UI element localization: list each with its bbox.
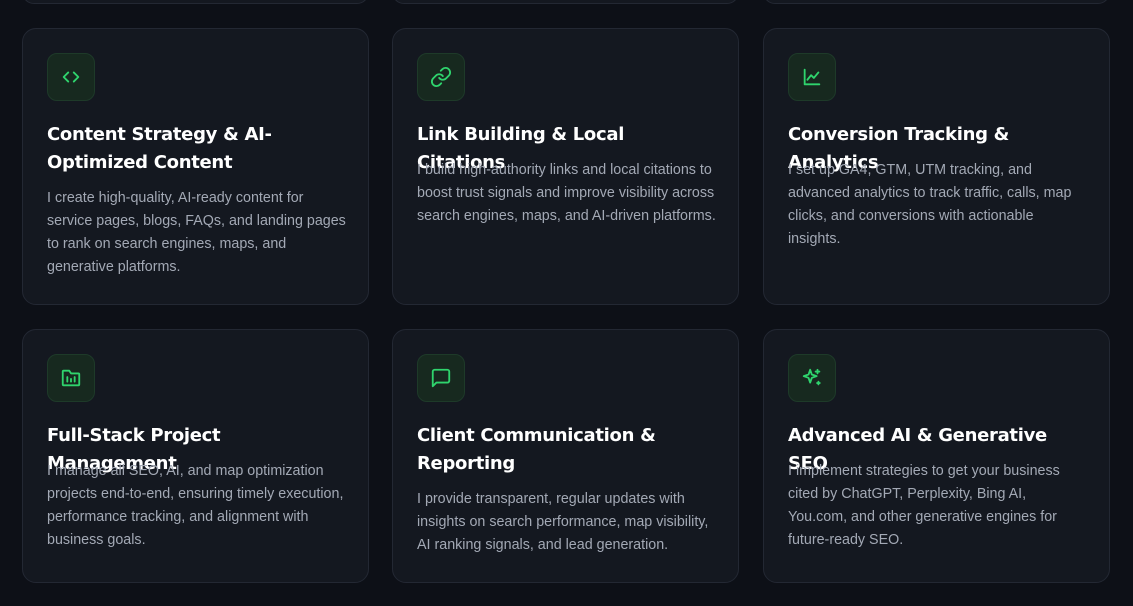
card-description: I set up GA4, GTM, UTM tracking, and adv… — [788, 162, 1072, 247]
service-card-client-communication: Client Communication & Reporting I provi… — [392, 329, 739, 583]
card-title: Client Communication & Reporting — [417, 425, 656, 474]
card-description: I implement strategies to get your busin… — [788, 463, 1060, 548]
sparkles-icon — [788, 354, 836, 402]
folder-chart-icon — [47, 354, 95, 402]
line-chart-icon — [788, 53, 836, 101]
card-title: Content Strategy & AI-Optimized Content — [47, 124, 272, 173]
card-description: I build high-authority links and local c… — [417, 162, 716, 224]
card-description: I manage all SEO, AI, and map optimizati… — [47, 463, 344, 548]
card-description: I provide transparent, regular updates w… — [417, 491, 709, 553]
service-card-partial — [22, 0, 369, 4]
link-icon — [417, 53, 465, 101]
service-card-partial — [763, 0, 1110, 4]
message-square-icon — [417, 354, 465, 402]
service-card-generative-seo: Advanced AI & Generative SEO I implement… — [763, 329, 1110, 583]
service-card-partial — [392, 0, 739, 4]
service-card-project-management: Full-Stack Project Management I manage a… — [22, 329, 369, 583]
code-icon — [47, 53, 95, 101]
card-description: I create high-quality, AI-ready content … — [47, 190, 346, 275]
service-card-content-strategy: Content Strategy & AI-Optimized Content … — [22, 28, 369, 305]
service-card-link-building: Link Building & Local Citations I build … — [392, 28, 739, 305]
service-card-conversion-tracking: Conversion Tracking & Analytics I set up… — [763, 28, 1110, 305]
